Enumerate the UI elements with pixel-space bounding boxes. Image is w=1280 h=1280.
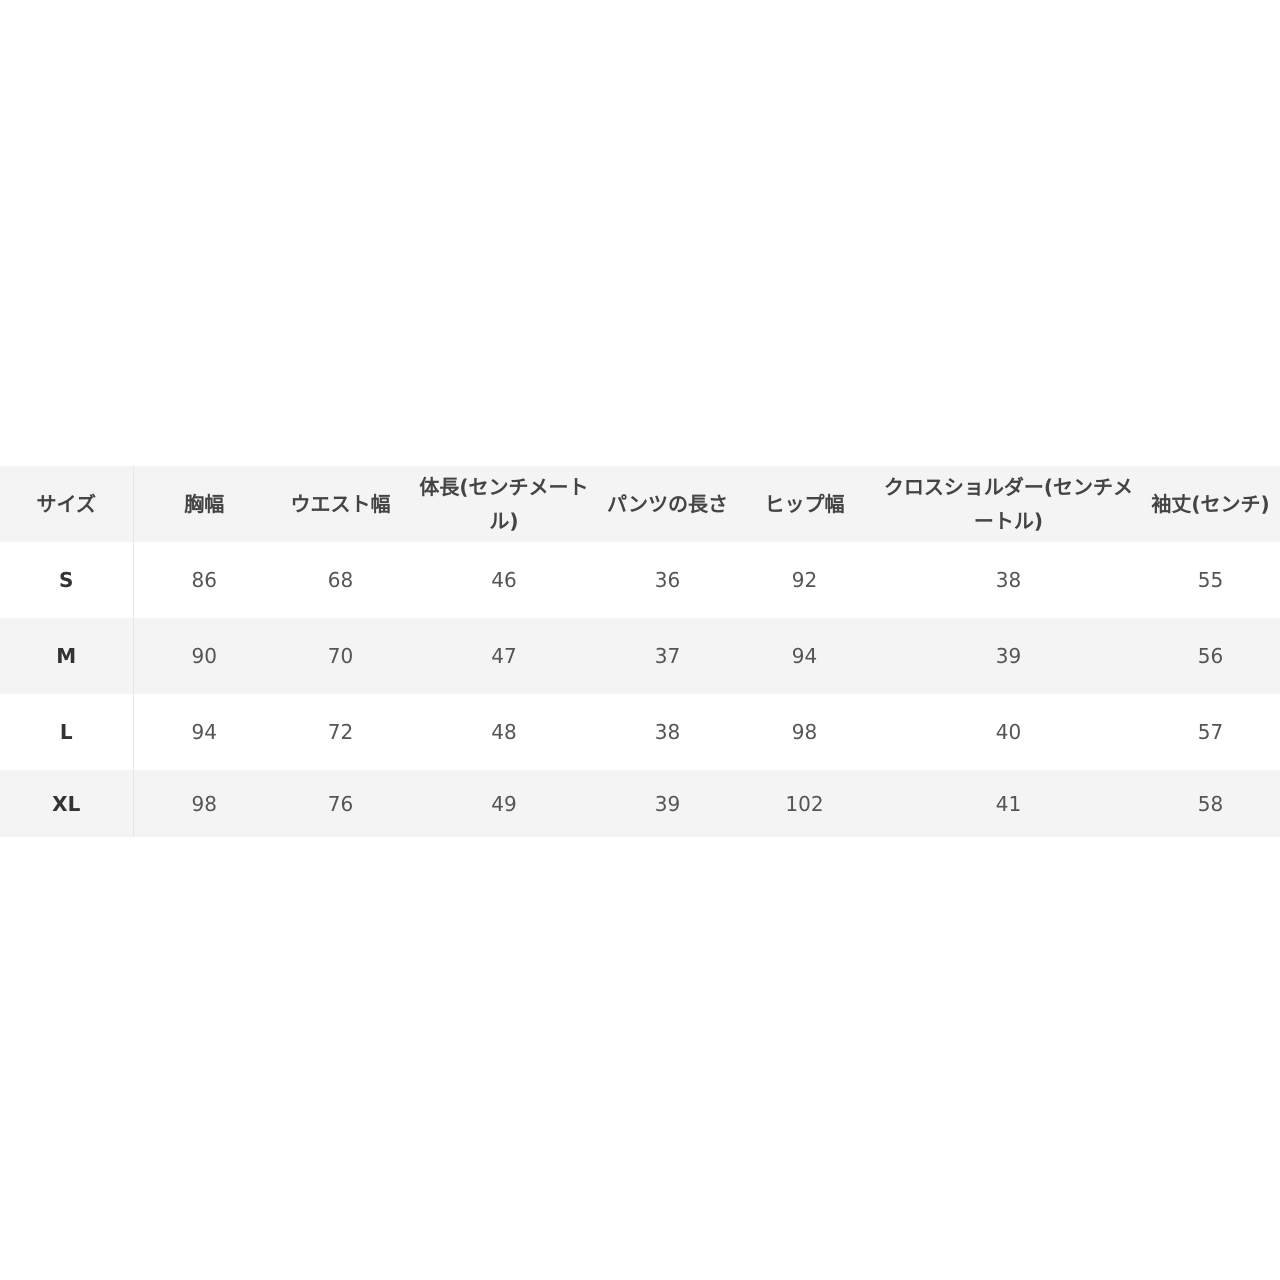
header-body-length: 体長(センチメートル) <box>419 475 589 533</box>
cell-hip-width: 102 <box>785 791 824 816</box>
header-pants-length: パンツの長さ <box>607 492 728 516</box>
cell-chest-width: 94 <box>191 720 217 744</box>
cell-sleeve-length: 58 <box>1197 791 1224 816</box>
table-row: M 90 70 47 37 94 39 56 <box>0 618 1280 694</box>
cell-sleeve-length: 57 <box>1197 720 1224 744</box>
cell-chest-width: 86 <box>191 568 217 592</box>
table-row: S 86 68 46 36 92 38 55 <box>0 542 1280 618</box>
cell-hip-width: 92 <box>791 568 818 592</box>
cell-pants-length: 37 <box>654 644 681 668</box>
header-chest-width: 胸幅 <box>184 492 225 516</box>
cell-chest-width: 90 <box>191 644 217 668</box>
header-size: サイズ <box>0 466 134 542</box>
header-row: サイズ 胸幅 ウエスト幅 体長(センチメートル) パンツの長さ ヒップ幅 クロス… <box>0 466 1280 542</box>
cell-chest-width: 98 <box>191 791 217 816</box>
header-hip-width: ヒップ幅 <box>764 492 845 516</box>
cell-hip-width: 94 <box>791 644 818 668</box>
cell-size: M <box>0 618 134 694</box>
cell-size: XL <box>0 770 134 837</box>
header-waist-width: ウエスト幅 <box>290 492 391 516</box>
cell-pants-length: 36 <box>654 568 681 592</box>
cell-body-length: 46 <box>491 568 517 592</box>
header-sleeve-length: 袖丈(センチ) <box>1151 492 1270 516</box>
cell-body-length: 48 <box>491 720 517 744</box>
cell-waist-width: 72 <box>327 720 354 744</box>
size-chart-table: サイズ 胸幅 ウエスト幅 体長(センチメートル) パンツの長さ ヒップ幅 クロス… <box>0 466 1280 837</box>
cell-pants-length: 38 <box>654 720 681 744</box>
table-body: S 86 68 46 36 92 38 55 M 90 70 47 37 94 … <box>0 542 1280 837</box>
cell-waist-width: 68 <box>327 568 354 592</box>
cell-cross-shoulder: 41 <box>995 791 1022 816</box>
cell-hip-width: 98 <box>791 720 818 744</box>
cell-cross-shoulder: 40 <box>995 720 1022 744</box>
cell-cross-shoulder: 39 <box>995 644 1022 668</box>
table-header: サイズ 胸幅 ウエスト幅 体長(センチメートル) パンツの長さ ヒップ幅 クロス… <box>0 466 1280 542</box>
cell-cross-shoulder: 38 <box>995 568 1022 592</box>
cell-size: S <box>0 542 134 618</box>
cell-sleeve-length: 55 <box>1197 568 1224 592</box>
cell-body-length: 49 <box>491 791 517 816</box>
table-row: L 94 72 48 38 98 40 57 <box>0 694 1280 770</box>
cell-waist-width: 76 <box>327 791 354 816</box>
header-cross-shoulder: クロスショルダー(センチメートル) <box>883 475 1134 533</box>
cell-body-length: 47 <box>491 644 517 668</box>
cell-waist-width: 70 <box>327 644 354 668</box>
table-row: XL 98 76 49 39 102 41 58 <box>0 770 1280 837</box>
cell-size: L <box>0 694 134 770</box>
cell-sleeve-length: 56 <box>1197 644 1224 668</box>
cell-pants-length: 39 <box>654 791 681 816</box>
